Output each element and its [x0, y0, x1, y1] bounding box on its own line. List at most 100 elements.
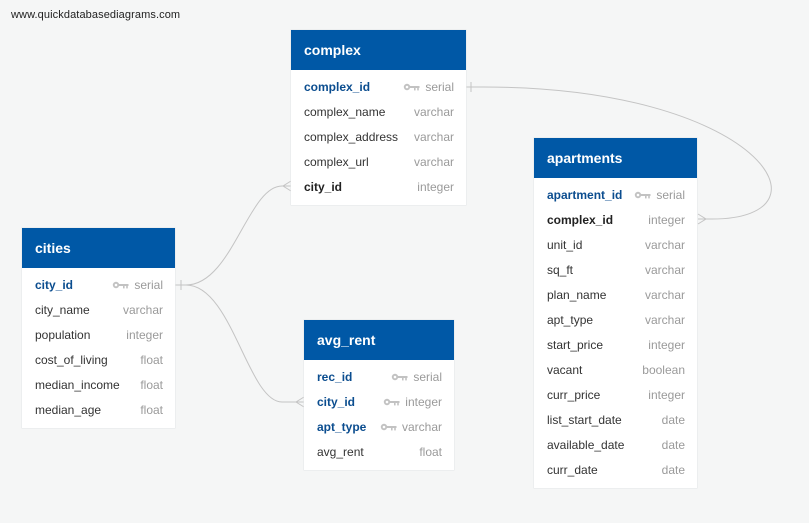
column-row[interactable]: median_income float	[22, 372, 175, 397]
column-type-cell: integer	[126, 328, 163, 342]
column-name: city_id	[317, 394, 356, 409]
column-row[interactable]: city_id serial	[22, 272, 175, 297]
column-row[interactable]: avg_rent float	[304, 439, 454, 464]
column-type-cell: varchar	[645, 313, 685, 327]
column-row[interactable]: apt_type varchar	[304, 414, 454, 439]
column-name: curr_date	[547, 462, 598, 477]
column-row[interactable]: cost_of_living float	[22, 347, 175, 372]
column-type-cell: boolean	[642, 363, 685, 377]
table-title[interactable]: avg_rent	[304, 320, 454, 360]
column-row[interactable]: median_age float	[22, 397, 175, 422]
key-icon	[380, 423, 397, 430]
column-type-cell: integer	[417, 180, 454, 194]
column-name: city_id	[35, 277, 74, 292]
column-name: apartment_id	[547, 187, 623, 202]
column-type: varchar	[644, 312, 685, 327]
column-type: integer	[648, 212, 685, 227]
key-icon	[635, 191, 651, 198]
column-row[interactable]: city_id integer	[291, 174, 466, 199]
column-row[interactable]: start_price integer	[534, 332, 697, 357]
column-name: population	[35, 327, 91, 342]
column-row[interactable]: sq_ft varchar	[534, 257, 697, 282]
column-row[interactable]: curr_date date	[534, 457, 697, 482]
column-type-cell: varchar	[414, 130, 454, 144]
column-row[interactable]: apartment_id serial	[534, 182, 697, 207]
column-row[interactable]: complex_address varchar	[291, 124, 466, 149]
table-title[interactable]: apartments	[534, 138, 697, 178]
column-row[interactable]: complex_url varchar	[291, 149, 466, 174]
column-type: integer	[126, 327, 163, 342]
column-row[interactable]: complex_name varchar	[291, 99, 466, 124]
column-name: complex_id	[547, 212, 614, 227]
column-row[interactable]: city_name varchar	[22, 297, 175, 322]
column-name: sq_ft	[547, 262, 574, 277]
column-type-cell: varchar	[645, 288, 685, 302]
column-type: serial	[425, 79, 454, 94]
column-name: complex_address	[304, 129, 399, 144]
table-avg-rent[interactable]: avg_rent rec_id serial city_id integer apt_ty…	[304, 320, 454, 470]
column-row[interactable]: list_start_date date	[534, 407, 697, 432]
column-row[interactable]: rec_id serial	[304, 364, 454, 389]
column-type: serial	[134, 277, 163, 292]
column-row[interactable]: available_date date	[534, 432, 697, 457]
column-type: float	[140, 377, 163, 392]
column-type: float	[140, 402, 163, 417]
column-type-cell: varchar	[645, 238, 685, 252]
column-name: start_price	[547, 337, 604, 352]
table-columns: apartment_id serial complex_id integer unit_…	[534, 178, 697, 488]
table-columns: rec_id serial city_id integer apt_type varcha…	[304, 360, 454, 470]
column-type-cell: float	[140, 403, 163, 417]
column-type-cell: serial	[403, 80, 454, 94]
column-row[interactable]: curr_price integer	[534, 382, 697, 407]
column-type-cell: float	[140, 353, 163, 367]
column-row[interactable]: city_id integer	[304, 389, 454, 414]
table-columns: complex_id serial complex_name varchar compl…	[291, 70, 466, 205]
column-name: rec_id	[317, 369, 353, 384]
column-type-cell: date	[662, 438, 685, 452]
column-type-cell: integer	[648, 213, 685, 227]
column-row[interactable]: unit_id varchar	[534, 232, 697, 257]
table-title[interactable]: cities	[22, 228, 175, 268]
column-type-cell: varchar	[414, 155, 454, 169]
column-row[interactable]: complex_id serial	[291, 74, 466, 99]
column-type-cell: integer	[648, 388, 685, 402]
column-row[interactable]: plan_name varchar	[534, 282, 697, 307]
column-type-cell: integer	[648, 338, 685, 352]
column-type-cell: varchar	[645, 263, 685, 277]
column-name: vacant	[547, 362, 583, 377]
column-type-cell: varchar	[380, 420, 442, 434]
table-columns: city_id serial city_name varchar population i…	[22, 268, 175, 428]
column-row[interactable]: complex_id integer	[534, 207, 697, 232]
column-type-cell: serial	[634, 188, 685, 202]
column-name: cost_of_living	[35, 352, 108, 367]
column-type: date	[661, 462, 685, 477]
column-name: apt_type	[317, 419, 367, 434]
column-type: varchar	[644, 262, 685, 277]
column-type: integer	[405, 394, 442, 409]
column-row[interactable]: population integer	[22, 322, 175, 347]
table-apartments[interactable]: apartments apartment_id serial complex_id in…	[534, 138, 697, 488]
column-type: float	[140, 352, 163, 367]
column-name: median_age	[35, 402, 102, 417]
column-type: boolean	[642, 362, 685, 377]
column-type-cell: float	[419, 445, 442, 459]
link-cities-avg-rent	[185, 284, 304, 403]
table-complex[interactable]: complex complex_id serial complex_name varch…	[291, 30, 466, 205]
table-cities[interactable]: cities city_id serial city_name varchar popul…	[22, 228, 175, 428]
column-name: city_name	[35, 302, 90, 317]
key-icon	[113, 281, 129, 288]
column-type: integer	[648, 337, 685, 352]
table-title[interactable]: complex	[291, 30, 466, 70]
key-icon	[384, 398, 400, 405]
column-name: complex_name	[304, 104, 386, 119]
column-type: float	[419, 444, 442, 459]
column-type: varchar	[413, 154, 454, 169]
column-type: varchar	[413, 129, 454, 144]
column-type: varchar	[413, 104, 454, 119]
column-type-cell: float	[140, 378, 163, 392]
column-row[interactable]: vacant boolean	[534, 357, 697, 382]
column-name: median_income	[35, 377, 120, 392]
column-row[interactable]: apt_type varchar	[534, 307, 697, 332]
column-name: complex_url	[304, 154, 369, 169]
column-type: varchar	[401, 419, 442, 434]
